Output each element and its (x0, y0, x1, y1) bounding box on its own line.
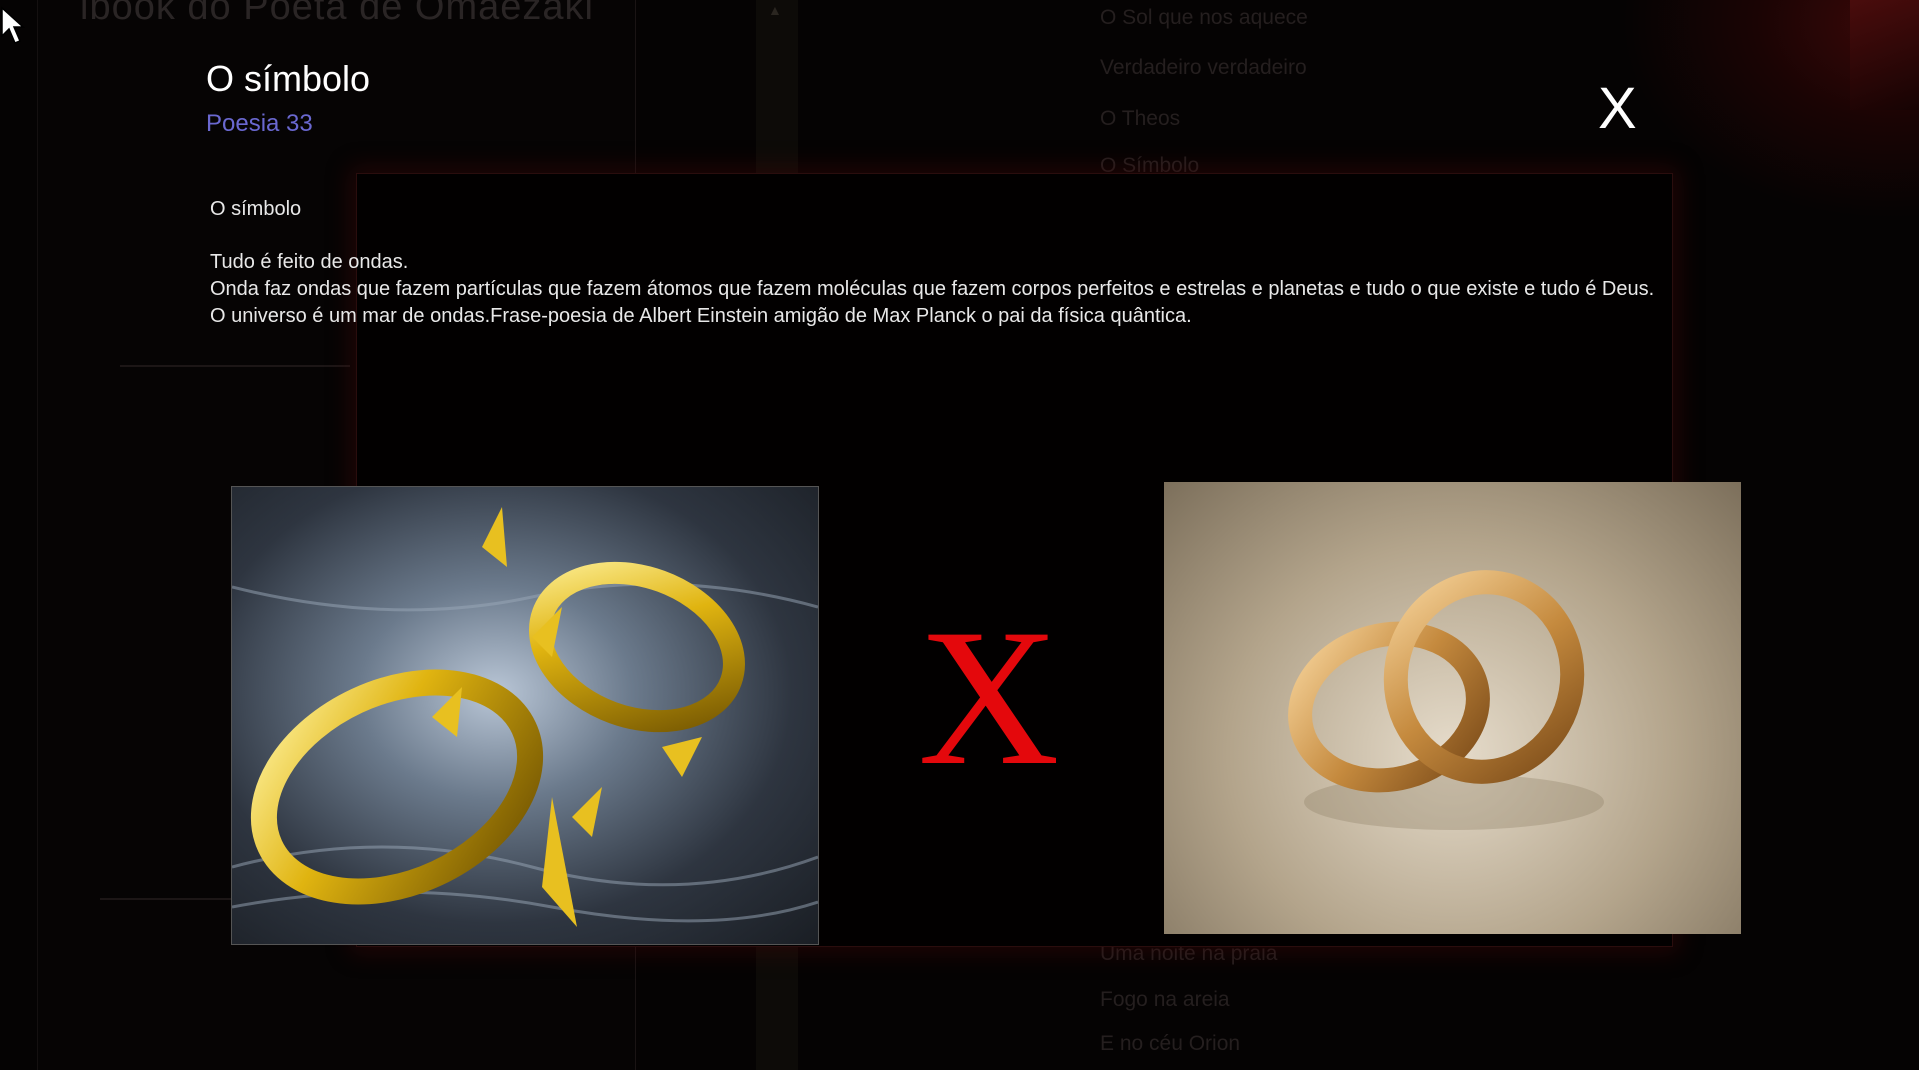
poem-line: Tudo é feito de ondas. (210, 251, 409, 273)
poem-body: O símbolo Tudo é feito de ondas. Onda fa… (210, 196, 1654, 330)
scroll-up-icon[interactable]: ▲ (768, 2, 782, 18)
mouse-cursor-icon (1, 6, 25, 44)
broken-gold-ring-image (231, 486, 819, 945)
list-item[interactable]: O Sol que nos aquece (1100, 6, 1308, 30)
poem-subtitle: Poesia 33 (206, 110, 313, 137)
list-item[interactable]: Verdadeiro verdadeiro (1100, 56, 1307, 80)
poem-heading: O símbolo (210, 198, 302, 220)
interlocked-gold-rings-image (1164, 482, 1741, 934)
decorative-logo (1850, 0, 1919, 110)
app-title: ibook do Poeta de Omaezaki (80, 0, 594, 28)
poem-line: O universo é um mar de ondas.Frase-poesi… (210, 305, 1192, 327)
divider (100, 898, 235, 900)
close-button[interactable]: X (1598, 80, 1637, 138)
list-item[interactable]: E no céu Orion (1100, 1032, 1240, 1056)
separator-x: X (918, 589, 1060, 806)
poem-line: Onda faz ondas que fazem partículas que … (210, 278, 1655, 300)
list-item[interactable]: O Theos (1100, 107, 1180, 131)
poem-title: O símbolo (206, 58, 371, 99)
divider (120, 365, 350, 367)
list-item[interactable]: Fogo na areia (1100, 988, 1230, 1012)
